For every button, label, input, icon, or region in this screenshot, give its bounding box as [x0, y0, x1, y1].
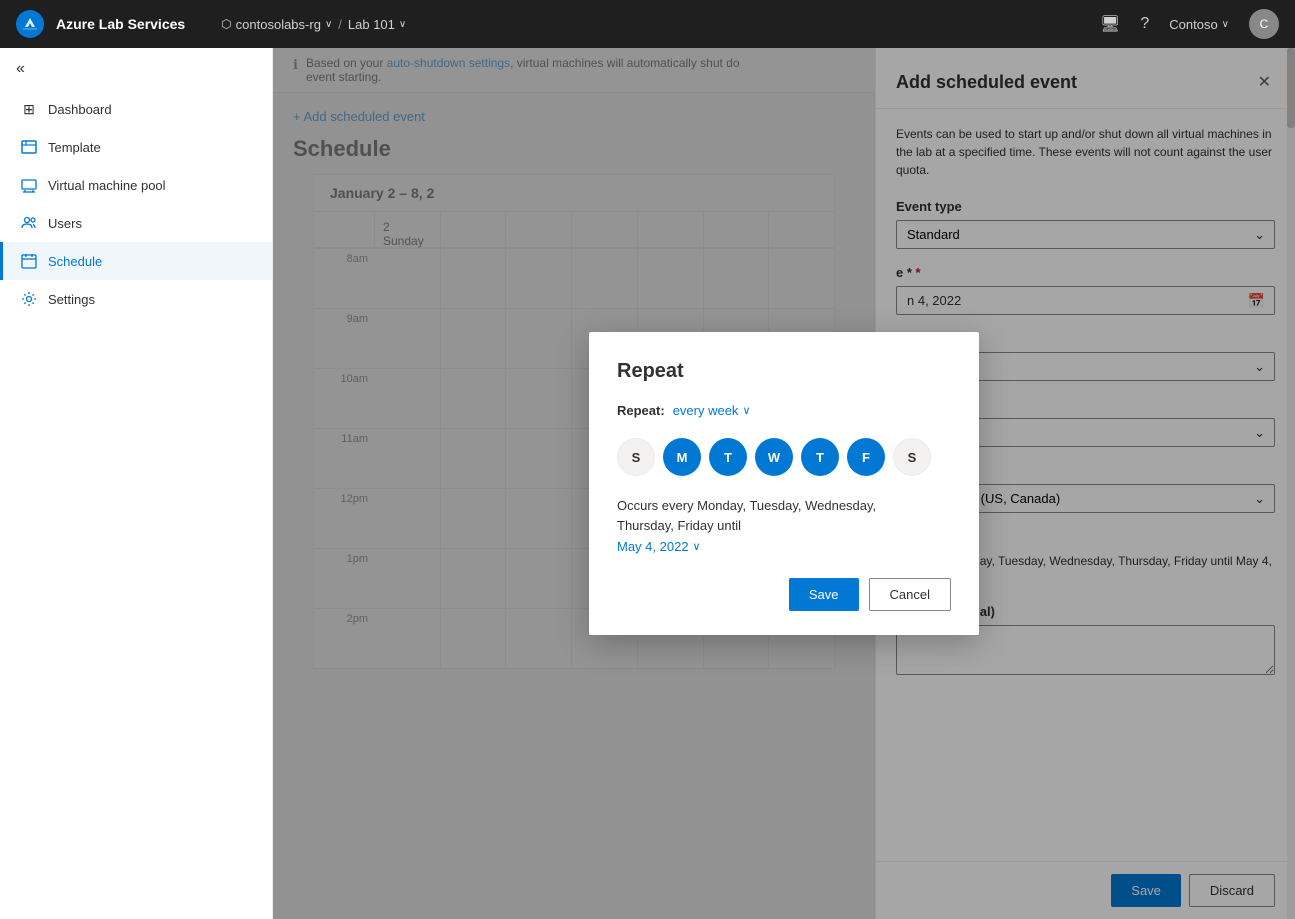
modal-cancel-button[interactable]: Cancel: [869, 578, 951, 611]
modal-footer: Save Cancel: [617, 578, 951, 611]
app-title: Azure Lab Services: [56, 16, 185, 32]
sidebar-item-users[interactable]: Users: [0, 204, 272, 242]
modal-until-date-selector[interactable]: May 4, 2022 ∨: [617, 539, 951, 554]
modal-repeat-label: Repeat:: [617, 403, 665, 418]
modal-occurs-text: Occurs every Monday, Tuesday, Wednesday,…: [617, 496, 951, 535]
modal-occurs-section: Occurs every Monday, Tuesday, Wednesday,…: [617, 496, 951, 554]
settings-icon: [20, 290, 38, 308]
avatar[interactable]: C: [1249, 9, 1279, 39]
modal-repeat-row: Repeat: every week ∨: [617, 403, 951, 418]
modal-repeat-frequency-selector[interactable]: every week ∨: [673, 403, 751, 418]
breadcrumb-separator: /: [338, 17, 342, 32]
breadcrumb-lab[interactable]: Lab 101 ∨: [348, 17, 406, 32]
day-circle-wednesday[interactable]: W: [755, 438, 793, 476]
sidebar-item-settings[interactable]: Settings: [0, 280, 272, 318]
template-icon: [20, 138, 38, 156]
app-logo: [16, 10, 44, 38]
sidebar-item-dashboard[interactable]: ⊞ Dashboard: [0, 90, 272, 128]
breadcrumb: ⬡ contosolabs-rg ∨ / Lab 101 ∨: [221, 17, 406, 32]
modal-title: Repeat: [617, 360, 951, 383]
topnav: Azure Lab Services ⬡ contosolabs-rg ∨ / …: [0, 0, 1295, 48]
day-circle-saturday[interactable]: S: [893, 438, 931, 476]
breadcrumb-resource-group[interactable]: ⬡ contosolabs-rg ∨: [221, 17, 332, 32]
day-circle-sunday[interactable]: S: [617, 438, 655, 476]
sidebar-item-template[interactable]: Template: [0, 128, 272, 166]
dashboard-icon: ⊞: [20, 100, 38, 118]
day-circles: S M T W T F S: [617, 438, 951, 476]
users-icon: [20, 214, 38, 232]
org-switcher[interactable]: Contoso ∨: [1169, 17, 1229, 32]
monitor-icon[interactable]: 🖥: [1100, 14, 1120, 34]
sidebar-nav: ⊞ Dashboard Template: [0, 90, 272, 318]
sidebar-item-vm-pool[interactable]: Virtual machine pool: [0, 166, 272, 204]
modal-save-button[interactable]: Save: [789, 578, 859, 611]
modal-overlay: Repeat Repeat: every week ∨ S M T W T F …: [273, 48, 1295, 919]
vm-pool-icon: [20, 176, 38, 194]
day-circle-tuesday[interactable]: T: [709, 438, 747, 476]
help-icon[interactable]: ?: [1140, 15, 1149, 33]
day-circle-friday[interactable]: F: [847, 438, 885, 476]
sidebar-item-schedule[interactable]: Schedule: [0, 242, 272, 280]
sidebar: « ⊞ Dashboard Template: [0, 48, 273, 919]
day-circle-monday[interactable]: M: [663, 438, 701, 476]
repeat-modal: Repeat Repeat: every week ∨ S M T W T F …: [589, 332, 979, 635]
sidebar-collapse-button[interactable]: «: [0, 48, 272, 90]
schedule-icon: [20, 252, 38, 270]
main-layout: « ⊞ Dashboard Template: [0, 48, 1295, 919]
topnav-right: 🖥 ? Contoso ∨ C: [1100, 9, 1279, 39]
day-circle-thursday[interactable]: T: [801, 438, 839, 476]
